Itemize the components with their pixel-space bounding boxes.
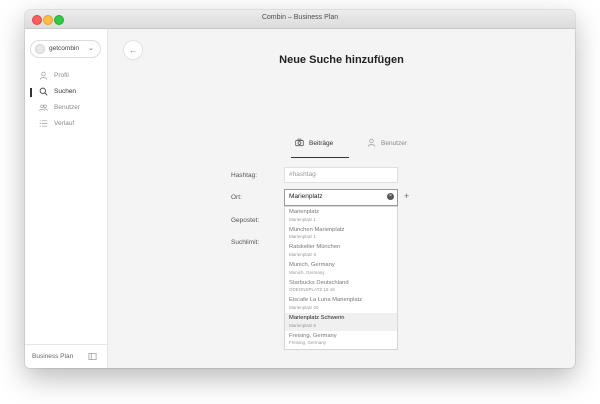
tab-label: Benutzer (381, 140, 408, 147)
user-icon (367, 138, 376, 147)
sidebar-item-benutzer[interactable]: Benutzer (25, 100, 107, 116)
location-suggestions: Marienplatz Marienplatz 1 München Marien… (284, 206, 398, 350)
sidebar-item-profil[interactable]: Profil (25, 68, 107, 84)
suggestion-subtitle: Marienplatz 8 (289, 251, 317, 257)
suchlimit-label: Suchlimit: (231, 239, 260, 246)
sidebar-item-label: Verlauf (54, 120, 75, 127)
suggestion-subtitle: Marienplatz 1 (289, 216, 317, 222)
suggestion-subtitle: Munich, Germany (289, 269, 325, 275)
list-item[interactable]: Freising, Germany Freising, Germany (285, 331, 397, 349)
hashtag-label: Hashtag: (231, 172, 258, 179)
sidebar-item-label: Profil (54, 72, 69, 79)
list-item[interactable]: München Marienplatz Marienplatz 1 (285, 225, 397, 243)
suggestion-title: München Marienplatz (289, 226, 345, 233)
suggestion-title: Munich, Germany (289, 262, 335, 269)
sidebar-item-suchen[interactable]: Suchen (25, 84, 107, 100)
suggestion-title: Starbucks Deutschland (289, 279, 349, 286)
list-item[interactable]: Ratskeller München Marienplatz 8 (285, 242, 397, 260)
hashtag-input[interactable]: #hashtag (284, 167, 398, 183)
list-item[interactable]: Marienplatz Marienplatz 1 (285, 207, 397, 225)
page-title: Neue Suche hinzufügen (279, 54, 404, 66)
window-title: Combin – Business Plan (261, 14, 339, 21)
suggestion-title: Ratskeller München (289, 244, 341, 251)
collapse-sidebar-icon[interactable] (88, 352, 97, 361)
tab-label: Beiträge (309, 140, 334, 147)
main-content: ← Neue Suche hinzufügen Beiträge Benutze… (108, 29, 575, 368)
plan-label: Business Plan (32, 353, 74, 360)
tab-benutzer[interactable]: Benutzer (356, 135, 412, 157)
clear-icon[interactable]: × (387, 193, 394, 200)
suggestion-title: Marienplatz Schwerin (289, 315, 345, 322)
search-type-tabs: Beiträge Benutzer (285, 135, 415, 158)
search-icon (39, 87, 48, 96)
account-name: getcombin (49, 45, 79, 52)
suggestion-subtitle: Marienplatz 5 (289, 322, 317, 328)
list-icon (39, 120, 48, 127)
user-icon (39, 71, 48, 80)
add-location-button[interactable]: + (404, 191, 409, 201)
suggestion-subtitle: Freising, Germany (289, 340, 327, 346)
list-item[interactable]: Eiscafe La Luna Marienplatz Marienplatz … (285, 295, 397, 313)
sidebar-item-label: Benutzer (54, 104, 81, 111)
account-switcher[interactable]: getcombin ⌄ (30, 40, 101, 58)
tab-beitraege[interactable]: Beiträge (291, 135, 349, 158)
suggestion-title: Eiscafe La Luna Marienplatz (289, 297, 363, 304)
camera-icon (295, 138, 304, 147)
ort-input[interactable]: Marienplatz × (284, 189, 398, 206)
sidebar-nav: Profil Suchen Benutzer Verlauf (25, 68, 107, 132)
sidebar-item-label: Suchen (54, 88, 77, 95)
suggestion-title: Freising, Germany (289, 332, 337, 339)
chevron-down-icon: ⌄ (88, 45, 94, 52)
list-item[interactable]: Starbucks Deutschland ODEONSPLATZ 15-16 (285, 278, 397, 296)
gepostet-label: Gepostet: (231, 217, 260, 224)
list-item[interactable]: Munich, Germany Munich, Germany (285, 260, 397, 278)
ort-input-value: Marienplatz (289, 193, 323, 200)
suggestion-subtitle: ODEONSPLATZ 15-16 (289, 287, 335, 293)
suggestion-subtitle: Marienplatz 1 (289, 234, 317, 240)
list-item[interactable]: Marienplatz Schwerin Marienplatz 5 (285, 313, 397, 331)
sidebar: getcombin ⌄ Profil Suchen Benutzer Verla… (25, 29, 108, 368)
suggestion-subtitle: Marienplatz 20 (289, 304, 319, 310)
plan-footer: Business Plan (25, 344, 107, 368)
suggestion-title: Marienplatz (289, 209, 319, 215)
sidebar-item-verlauf[interactable]: Verlauf (25, 116, 107, 132)
title-bar: Combin – Business Plan (25, 10, 575, 29)
users-icon (39, 104, 48, 111)
avatar (35, 44, 45, 54)
app-window: Combin – Business Plan getcombin ⌄ Profi… (25, 10, 575, 368)
ort-label: Ort: (231, 194, 242, 201)
